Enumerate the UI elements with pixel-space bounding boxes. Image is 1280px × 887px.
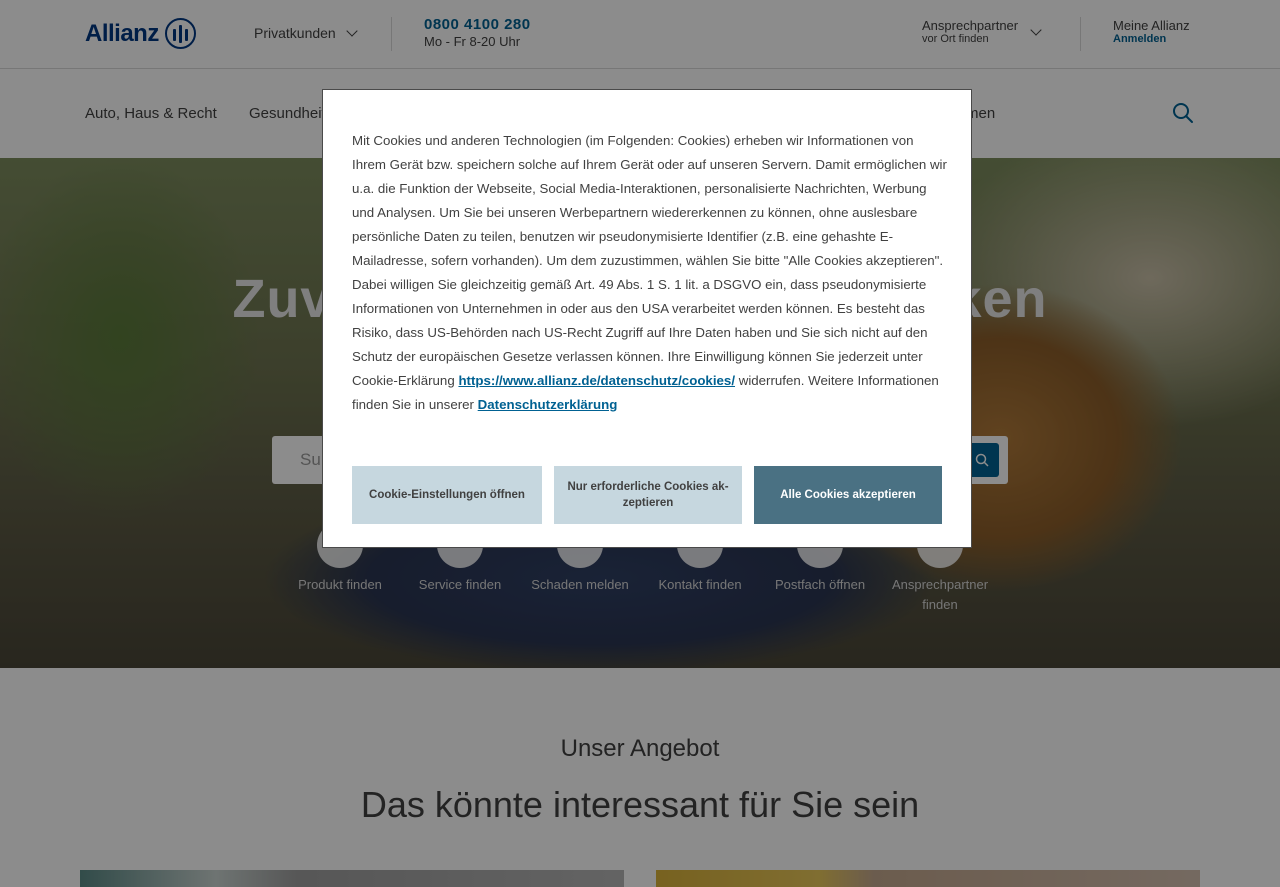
accept-required-cookies-button[interactable]: Nur erforderliche Cookies ak-zeptieren: [554, 466, 742, 524]
cookie-settings-button[interactable]: Cookie-Einstellungen öffnen: [352, 466, 542, 524]
cookie-consent-text: Mit Cookies und anderen Technologien (im…: [352, 129, 948, 417]
cookie-text-main: Mit Cookies und anderen Technologien (im…: [352, 133, 947, 388]
cookie-consent-dialog: Mit Cookies und anderen Technologien (im…: [322, 89, 972, 548]
cookie-policy-link[interactable]: https://www.allianz.de/datenschutz/cooki…: [458, 373, 735, 388]
privacy-policy-link[interactable]: Datenschutzerklärung: [478, 397, 618, 412]
accept-all-cookies-button[interactable]: Alle Cookies akzeptieren: [754, 466, 942, 524]
